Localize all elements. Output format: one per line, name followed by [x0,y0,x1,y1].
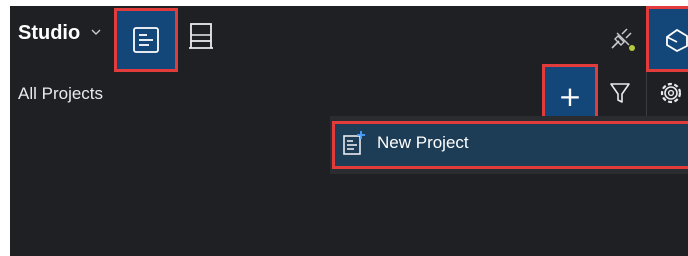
app-title[interactable]: Studio [18,22,80,45]
gear-icon[interactable] [656,78,686,108]
designer-icon [133,27,159,53]
monitor-icon[interactable] [188,22,214,50]
toolbar-divider [646,72,647,122]
new-project-icon [343,131,365,155]
new-project-menu-item[interactable]: New Project [332,121,688,169]
hub-button[interactable] [646,6,688,72]
plug-icon[interactable] [608,24,636,52]
hub-icon [666,28,688,53]
filter-icon[interactable] [608,80,632,106]
chevron-down-icon[interactable] [90,26,102,38]
designer-view-button[interactable] [114,8,178,72]
menu-item-label: New Project [377,133,469,152]
studio-window: Studio All Projects + New Project [10,6,688,256]
section-title: All Projects [18,84,104,103]
